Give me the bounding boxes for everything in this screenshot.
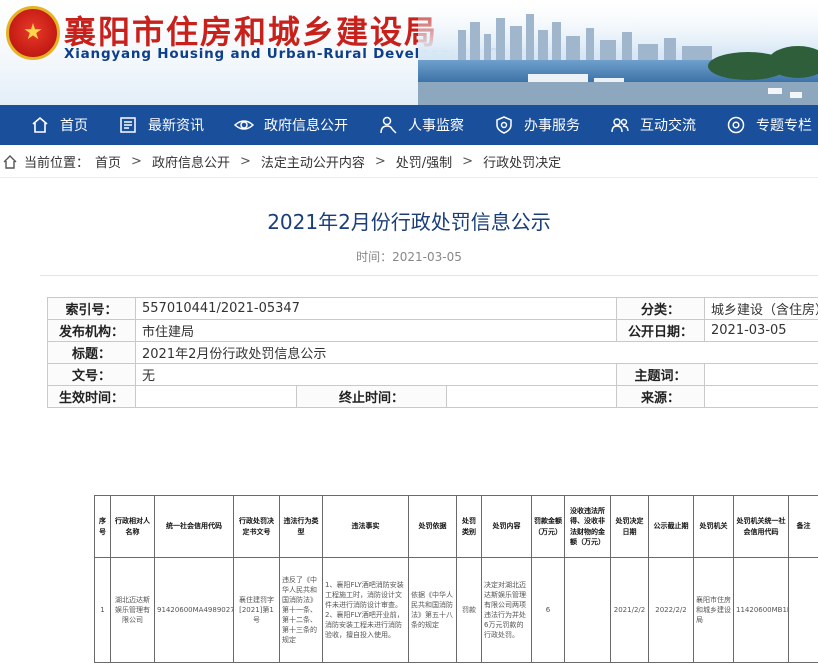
source-value [704,385,818,408]
breadcrumb-statutory[interactable]: 法定主动公开内容 [261,152,365,171]
nav-item-services[interactable]: 办事服务 [464,105,580,145]
breadcrumb-label: 当前位置： [24,156,90,171]
eye-icon [234,115,254,135]
header-cell: 处罚机关 [693,495,734,558]
nav-item-label: 专题专栏 [756,118,812,134]
table-cell: 1 [94,557,111,663]
site-banner: ★ 襄阳市住房和城乡建设局 Xiangyang Housing and Urba… [0,0,818,105]
pubdate-label: 公开日期： [616,319,705,342]
breadcrumb-home[interactable]: 首页 [95,152,121,171]
table-cell: 6 [531,557,565,663]
publisher-value: 市住建局 [135,319,617,342]
breadcrumb-separator: > [462,154,474,169]
nav-item-news[interactable]: 最新资讯 [88,105,204,145]
person-icon [378,115,398,135]
title-label: 标题： [47,341,136,364]
title-value: 2021年2月份行政处罚信息公示 [135,341,818,364]
breadcrumb-decision[interactable]: 行政处罚决定 [483,152,561,171]
table-cell: 11420600MB1B903199 [733,557,789,663]
nav-item-label: 政府信息公开 [264,118,348,134]
table-cell: 2021/2/2 [610,557,649,663]
main-nav: 首页 最新资讯 政府信息公开 人事监察 办事服务 互动交流 专题专栏 [0,105,818,145]
breadcrumb-separator: > [131,154,142,169]
table-cell: 2022/2/2 [648,557,694,663]
table-cell: 襄阳市住房和城乡建设局 [693,557,734,663]
nav-item-gov-info[interactable]: 政府信息公开 [204,105,348,145]
publisher-label: 发布机构： [47,319,136,342]
effective-value [135,385,297,408]
table-cell: 依据《中华人民共和国消防法》第五十八条的规定 [408,557,457,663]
index-label: 索引号： [47,297,136,320]
table-cell: 襄住建罚字[2021]第1号 [233,557,280,663]
nav-item-label: 最新资讯 [148,118,204,134]
category-value: 城乡建设（含住房） [704,297,818,320]
national-emblem-icon: ★ [6,6,60,60]
nav-item-label: 互动交流 [640,118,696,134]
index-value: 557010441/2021-05347 [135,297,617,320]
source-label: 来源： [616,385,705,408]
breadcrumb-separator: > [374,154,386,169]
breadcrumb-penalty[interactable]: 处罚/强制 [396,152,452,171]
breadcrumb-gov-info[interactable]: 政府信息公开 [152,152,230,171]
nav-item-interaction[interactable]: 互动交流 [580,105,696,145]
breadcrumb: 当前位置： 首页 > 政府信息公开 > 法定主动公开内容 > 处罚/强制 > 行… [0,146,818,178]
nav-item-label: 办事服务 [524,118,580,134]
nav-item-home[interactable]: 首页 [0,105,88,145]
header-cell: 处罚机关统一社会信用代码 [733,495,789,558]
nav-item-personnel[interactable]: 人事监察 [348,105,464,145]
article-title: 2021年2月份行政处罚信息公示 [267,210,551,234]
nav-item-special[interactable]: 专题专栏 [696,105,812,145]
news-icon [118,115,138,135]
header-cell: 处罚内容 [481,495,532,558]
header-cell: 统一社会信用代码 [154,495,234,558]
header-cell: 违法行为类型 [279,495,323,558]
category-label: 分类： [616,297,705,320]
table-cell: 违反了《中华人民共和国消防法》第十一条、第十二条、第十三条的规定 [279,557,323,663]
table-cell: 决定对湖北迈达斯娱乐管理有限公司两项违法行为并处6万元罚款的行政处罚。 [481,557,532,663]
nav-item-label: 人事监察 [408,118,464,134]
article-date: 时间：2021-03-05 [356,250,462,264]
keywords-value [704,363,818,386]
keywords-label: 主题词： [616,363,705,386]
breadcrumb-separator: > [239,154,251,169]
location-home-icon [3,154,17,169]
header-cell: 备注 [788,495,818,558]
table-cell: 1、襄阳FLY酒吧消防安装工程施工时，消防设计文件未进行消防设计审查。2、襄阳F… [322,557,409,663]
header-cell: 没收违法所得、没收非法财物的金额（万元） [564,495,611,558]
settings-icon [726,115,746,135]
header-cell: 违法事实 [322,495,409,558]
header-cell: 处罚决定日期 [610,495,649,558]
header-cell: 处罚类别 [456,495,482,558]
docno-value: 无 [135,363,617,386]
expire-value [446,385,617,408]
table-cell [564,557,611,663]
header-cell: 行政相对人名称 [110,495,155,558]
expire-label: 终止时间： [296,385,447,408]
people-icon [610,115,630,135]
header-cell: 公示截止期 [648,495,694,558]
penalty-table: 序号 行政相对人名称 统一社会信用代码 行政处罚决定书文号 违法行为类型 违法事… [94,495,818,663]
table-cell: 罚款 [456,557,482,663]
divider [40,275,818,276]
table-cell [788,557,818,663]
effective-label: 生效时间： [47,385,136,408]
table-cell: 湖北迈达斯娱乐管理有限公司 [110,557,155,663]
header-cell: 序号 [94,495,111,558]
nav-item-label: 首页 [60,118,88,134]
header-cell: 处罚依据 [408,495,457,558]
info-table: 索引号： 557010441/2021-05347 分类： 城乡建设（含住房） … [47,297,818,408]
city-skyline-image [418,0,818,105]
header-cell: 行政处罚决定书文号 [233,495,280,558]
pubdate-value: 2021-03-05 [704,319,818,342]
table-cell: 91420600MA4989027F [154,557,234,663]
shield-icon [494,115,514,135]
table-row: 1 湖北迈达斯娱乐管理有限公司 91420600MA4989027F 襄住建罚字… [94,557,818,663]
docno-label: 文号： [47,363,136,386]
header-cell: 罚款金额（万元） [531,495,565,558]
home-icon [30,115,50,135]
penalty-table-header-row: 序号 行政相对人名称 统一社会信用代码 行政处罚决定书文号 违法行为类型 违法事… [94,495,818,558]
